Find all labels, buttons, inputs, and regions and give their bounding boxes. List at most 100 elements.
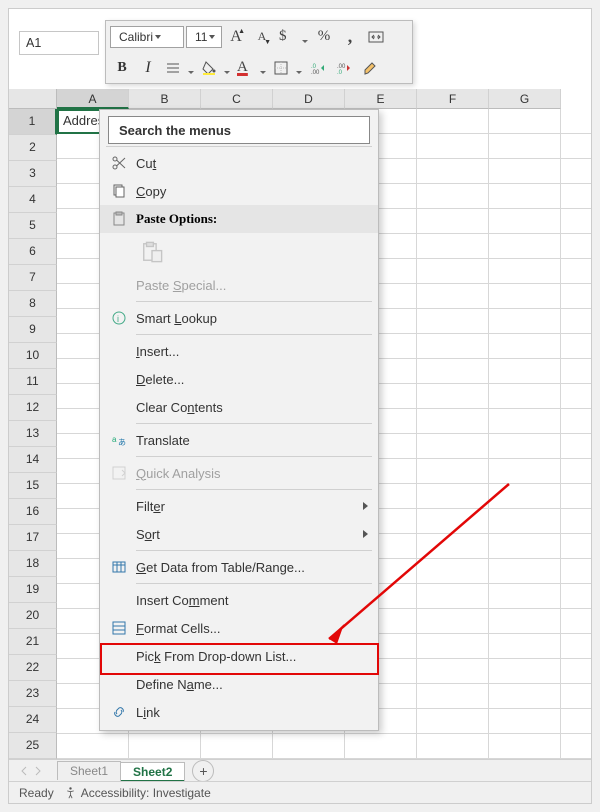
row-header[interactable]: 17	[9, 525, 57, 551]
font-size-select[interactable]: 11	[186, 26, 222, 48]
col-header-d[interactable]: D	[273, 89, 345, 109]
status-ready: Ready	[19, 786, 54, 800]
comma-format-button[interactable]: ,	[338, 25, 362, 49]
row-header[interactable]: 16	[9, 499, 57, 525]
row-header[interactable]: 23	[9, 681, 57, 707]
menu-search-input[interactable]: Search the menus	[108, 116, 370, 144]
row-header[interactable]: 7	[9, 265, 57, 291]
row-header[interactable]: 11	[9, 369, 57, 395]
row-header[interactable]: 9	[9, 317, 57, 343]
col-header-e[interactable]: E	[345, 89, 417, 109]
row-header[interactable]: 13	[9, 421, 57, 447]
menu-get-data[interactable]: Get Data from Table/Range...	[100, 553, 378, 581]
row-header[interactable]: 20	[9, 603, 57, 629]
name-box[interactable]: A1	[19, 31, 99, 55]
row-header[interactable]: 25	[9, 733, 57, 759]
context-menu: Search the menus Cut Copy Paste Options:…	[99, 109, 379, 731]
menu-link[interactable]: Link	[100, 698, 378, 726]
row-header[interactable]: 2	[9, 135, 57, 161]
row-header[interactable]: 3	[9, 161, 57, 187]
fill-color-button[interactable]	[198, 56, 232, 80]
row-header[interactable]: 18	[9, 551, 57, 577]
increase-decimal-button[interactable]: .0.00	[306, 56, 330, 80]
chevron-down-icon	[207, 35, 217, 39]
menu-smart-lookup[interactable]: i Smart Lookup	[100, 304, 378, 332]
paintbrush-icon	[362, 60, 378, 76]
status-bar: Ready Accessibility: Investigate	[9, 781, 591, 803]
menu-quick-label: Quick Analysis	[132, 466, 368, 481]
row-header[interactable]: 1	[9, 109, 57, 135]
percent-format-button[interactable]: %	[312, 25, 336, 49]
format-painter-button[interactable]	[358, 56, 382, 80]
row-header[interactable]: 24	[9, 707, 57, 733]
menu-delete[interactable]: Delete...	[100, 365, 378, 393]
menu-define-name[interactable]: Define Name...	[100, 670, 378, 698]
row-header[interactable]: 14	[9, 447, 57, 473]
row-header[interactable]: 21	[9, 629, 57, 655]
accessibility-icon	[64, 786, 77, 799]
menu-translate[interactable]: aあ Translate	[100, 426, 378, 454]
row-header[interactable]: 15	[9, 473, 57, 499]
menu-insert-comment[interactable]: Insert Comment	[100, 586, 378, 614]
col-header-a[interactable]: A	[57, 89, 129, 109]
row-header[interactable]: 6	[9, 239, 57, 265]
menu-clear-contents[interactable]: Clear Contents	[100, 393, 378, 421]
col-header-g[interactable]: G	[489, 89, 561, 109]
bold-button[interactable]: B	[110, 56, 134, 80]
row-header[interactable]: 5	[9, 213, 57, 239]
menu-sort-label: Sort	[132, 527, 363, 542]
sheet-tab-2[interactable]: Sheet2	[120, 762, 185, 781]
row-header[interactable]: 4	[9, 187, 57, 213]
new-sheet-button[interactable]: +	[192, 760, 214, 782]
row-header[interactable]: 8	[9, 291, 57, 317]
row-header[interactable]: 19	[9, 577, 57, 603]
row-header[interactable]: 22	[9, 655, 57, 681]
merge-center-button[interactable]	[364, 25, 388, 49]
svg-text:.0: .0	[337, 70, 343, 76]
menu-copy[interactable]: Copy	[100, 177, 378, 205]
tab-nav[interactable]	[19, 766, 43, 776]
borders-button[interactable]	[270, 56, 304, 80]
menu-paste-options[interactable]: Paste Options:	[100, 205, 378, 233]
merge-icon	[368, 29, 384, 45]
chevron-right-icon	[33, 766, 43, 776]
menu-quick-analysis: Quick Analysis	[100, 459, 378, 487]
menu-insert[interactable]: Insert...	[100, 337, 378, 365]
scissors-icon	[106, 155, 132, 171]
sheet-tab-1[interactable]: Sheet1	[57, 761, 121, 780]
col-header-b[interactable]: B	[129, 89, 201, 109]
menu-cut[interactable]: Cut	[100, 149, 378, 177]
col-header-f[interactable]: F	[417, 89, 489, 109]
menu-smart-lookup-label: Smart Lookup	[132, 311, 368, 326]
menu-filter[interactable]: Filter	[100, 492, 378, 520]
font-family-select[interactable]: Calibri	[110, 26, 184, 48]
menu-format-cells[interactable]: Format Cells...	[100, 614, 378, 642]
chevron-left-icon	[19, 766, 29, 776]
menu-translate-label: Translate	[132, 433, 368, 448]
increase-font-button[interactable]: A▲	[224, 25, 248, 49]
decrease-decimal-button[interactable]: .00.0	[332, 56, 356, 80]
menu-filter-label: Filter	[132, 499, 363, 514]
col-header-c[interactable]: C	[201, 89, 273, 109]
menu-pick-from-list[interactable]: Pick From Drop-down List...	[100, 642, 378, 670]
bucket-icon	[201, 60, 217, 76]
column-headers: A B C D E F G	[57, 89, 591, 109]
clipboard-icon	[106, 211, 132, 227]
status-accessibility[interactable]: Accessibility: Investigate	[64, 786, 211, 800]
row-header[interactable]: 10	[9, 343, 57, 369]
menu-paste-options-label: Paste Options:	[132, 211, 368, 227]
format-cells-icon	[106, 620, 132, 636]
row-header[interactable]: 12	[9, 395, 57, 421]
translate-icon: aあ	[106, 432, 132, 448]
align-icon	[165, 60, 181, 76]
paste-icon	[138, 238, 166, 266]
select-all-corner[interactable]	[9, 89, 57, 109]
align-button[interactable]	[162, 56, 196, 80]
menu-delete-label: Delete...	[132, 372, 368, 387]
menu-sort[interactable]: Sort	[100, 520, 378, 548]
italic-button[interactable]: I	[136, 56, 160, 80]
menu-define-label: Define Name...	[132, 677, 368, 692]
accounting-format-button[interactable]: $	[276, 25, 310, 49]
decrease-font-button[interactable]: A▼	[250, 25, 274, 49]
font-color-button[interactable]: A	[234, 56, 268, 80]
